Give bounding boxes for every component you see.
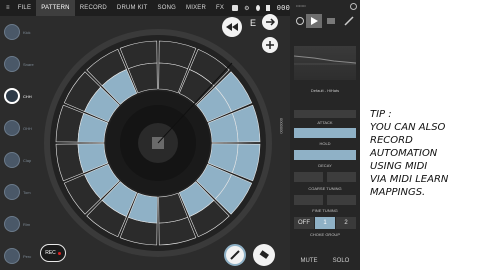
circular-sequencer: 0000000 [44,29,284,257]
choke-group-label: CHOKE GROUP [309,232,340,237]
choke-1-button[interactable]: 1 [315,217,335,229]
circle-icon[interactable] [294,16,306,26]
pencil-button[interactable] [224,244,246,266]
list-icon[interactable] [325,16,337,26]
plus-icon [266,41,274,49]
attack-label: ATTACK [317,120,333,125]
pencil-icon[interactable] [343,16,355,26]
fine-up-button[interactable] [327,195,356,205]
fine-down-button[interactable] [294,195,323,205]
hold-slider[interactable] [294,128,356,138]
attack-slider[interactable] [294,110,356,118]
solo-button[interactable]: SOLO [326,254,356,268]
decay-slider[interactable] [294,150,356,160]
next-button[interactable] [262,14,278,30]
fine-tuning-label: FINE TUNING [312,208,338,213]
header-glyphs: ••••••• [296,3,306,8]
play-tab[interactable] [306,14,322,28]
coarse-tuning-label: COARSE TUNING [308,186,342,191]
tip-text: TIP : YOU CAN ALSO RECORD AUTOMATION USI… [370,109,449,198]
eraser-button[interactable] [253,244,275,266]
hold-label: HOLD [319,141,331,146]
add-button[interactable] [262,37,278,53]
drum-machine-app: ≡ FILE PATTERN RECORD DRUM KIT SONG MIXE… [0,0,360,270]
eraser-icon [259,250,269,259]
mute-button[interactable]: MUTE [294,254,324,268]
waveform-graph [293,55,357,65]
decay-label: DECAY [318,163,332,168]
instrument-panel: ••••••• Default - HiHats ATTACK HOLD DEC… [290,0,360,270]
rec-dot-icon [57,251,61,255]
play-icon [311,17,318,25]
coarse-up-button[interactable] [327,172,356,182]
preset-name: Default - HiHats [310,88,340,93]
choke-2-button[interactable]: 2 [336,217,356,229]
rec-label: REC [45,250,56,256]
choke-off-button[interactable]: OFF [294,217,314,229]
coarse-down-button[interactable] [294,172,323,182]
rewind-icon [226,23,238,31]
e-label[interactable]: E [250,18,256,28]
info-icon[interactable] [350,3,357,10]
pencil-icon [230,250,240,260]
arrow-right-icon [265,18,275,26]
rec-button[interactable]: REC [40,244,66,262]
waveform-preview [293,46,357,80]
side-label: 0000000 [279,118,284,134]
rewind-button[interactable] [222,17,242,37]
